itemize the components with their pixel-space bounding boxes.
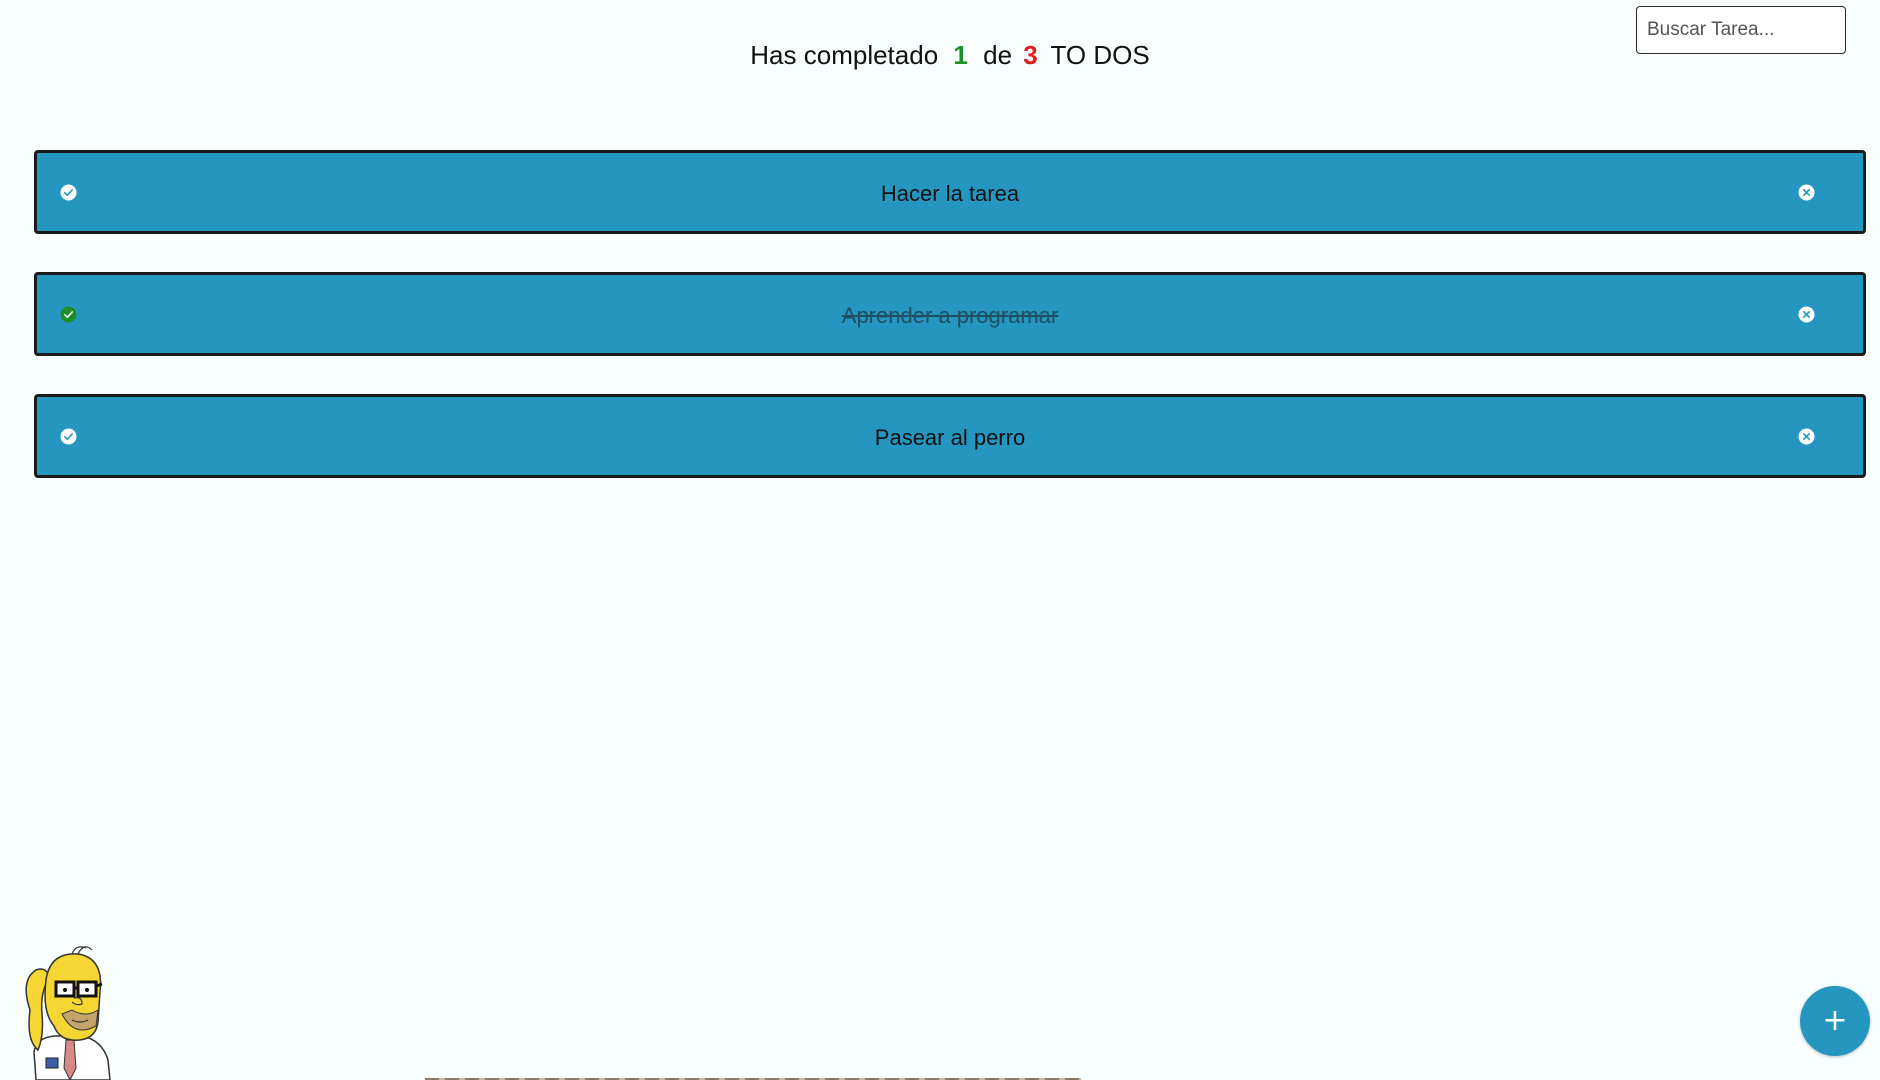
close-circle-icon[interactable] (1798, 184, 1815, 201)
close-circle-icon[interactable] (1798, 428, 1815, 445)
counter-prefix: Has completado (750, 40, 939, 70)
plus-icon: + (1822, 1003, 1848, 1038)
todo-item: Pasear al perro (34, 394, 1866, 478)
todo-text: Hacer la tarea (880, 181, 1020, 206)
close-circle-icon[interactable] (1798, 306, 1815, 323)
add-todo-button[interactable]: + (1800, 986, 1870, 1056)
homer-character-image (16, 940, 116, 1080)
todo-list: Hacer la tarea Aprender a programar Pase… (34, 150, 1866, 516)
todo-text: Aprender a programar (841, 303, 1059, 328)
todo-item: Aprender a programar (34, 272, 1866, 356)
counter-middle: de (983, 40, 1013, 70)
todo-item: Hacer la tarea (34, 150, 1866, 234)
todo-app: Has completado 1 de 3 TO DOS Hacer la ta… (0, 0, 1880, 1080)
todo-counter: Has completado 1 de 3 TO DOS (0, 40, 1880, 71)
todo-text: Pasear al perro (874, 425, 1026, 450)
counter-suffix: TO DOS (1050, 40, 1150, 70)
total-count: 3 (1023, 40, 1038, 70)
completed-count: 1 (953, 40, 968, 70)
